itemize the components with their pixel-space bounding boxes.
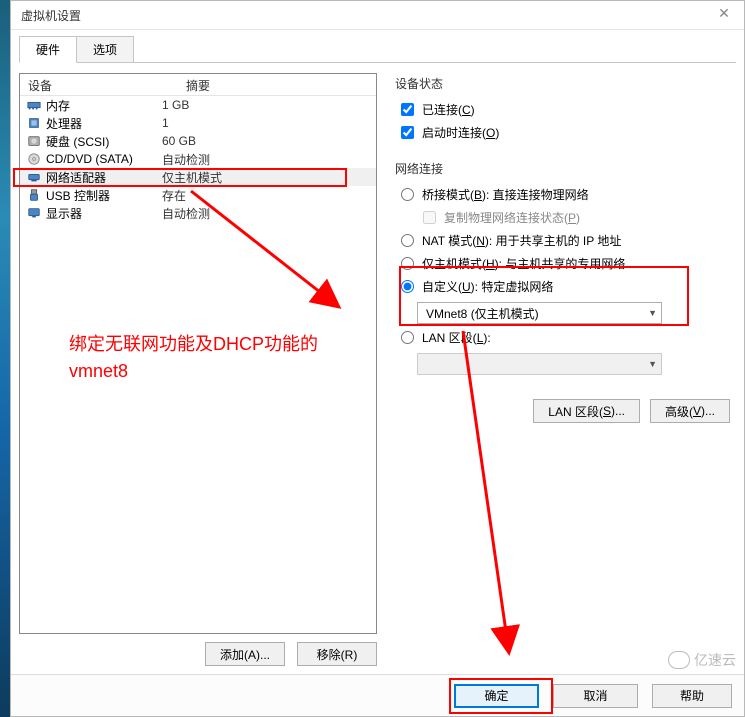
radio-icon[interactable] <box>401 234 414 247</box>
cd-icon <box>26 151 42 167</box>
cloud-icon <box>668 651 690 669</box>
device-name: CD/DVD (SATA) <box>46 152 133 166</box>
remove-button[interactable]: 移除(R) <box>297 642 377 666</box>
disk-icon <box>26 133 42 149</box>
network-icon <box>26 169 42 185</box>
device-summary: 60 GB <box>162 134 370 148</box>
table-row[interactable]: 处理器 1 <box>20 114 376 132</box>
chevron-down-icon: ▼ <box>648 308 657 318</box>
checkbox-icon[interactable] <box>401 103 414 116</box>
annotation-text: 绑定无联网功能及DHCP功能的 vmnet8 <box>69 331 318 385</box>
checkbox-icon <box>423 211 436 224</box>
device-status-group: 设备状态 已连接(C) 启动时连接(O) <box>395 75 730 144</box>
dropdown-value: VMnet8 (仅主机模式) <box>426 305 539 322</box>
help-button[interactable]: 帮助 <box>652 684 732 708</box>
col-summary: 摘要 <box>178 74 376 95</box>
radio-nat[interactable]: NAT 模式(N): 用于共享主机的 IP 地址 <box>395 229 730 252</box>
right-panel: 设备状态 已连接(C) 启动时连接(O) 网络连接 桥接模式(B): 直接连接物… <box>389 73 736 666</box>
tab-hardware[interactable]: 硬件 <box>19 36 77 63</box>
table-row[interactable]: 显示器 自动检测 <box>20 204 376 222</box>
settings-window: 虚拟机设置 ✕ 硬件 选项 设备 摘要 内存 1 GB 处理器 1 硬盘 (SCSI) 6… <box>10 0 745 717</box>
add-button[interactable]: 添加(A)... <box>205 642 285 666</box>
table-row[interactable]: 内存 1 GB <box>20 96 376 114</box>
cancel-button[interactable]: 取消 <box>553 684 638 708</box>
device-name: 显示器 <box>46 205 82 222</box>
advanced-button[interactable]: 高级(V)... <box>650 399 730 423</box>
radio-bridged[interactable]: 桥接模式(B): 直接连接物理网络 <box>395 183 730 206</box>
left-buttons: 添加(A)... 移除(R) <box>19 642 377 666</box>
chk-connected[interactable]: 已连接(C) <box>395 98 730 121</box>
device-summary: 1 <box>162 116 370 130</box>
device-name: USB 控制器 <box>46 187 110 204</box>
device-summary: 存在 <box>162 187 370 204</box>
device-summary: 自动检测 <box>162 151 370 168</box>
radio-icon[interactable] <box>401 280 414 293</box>
dropdown-custom-vnet[interactable]: VMnet8 (仅主机模式) ▼ <box>417 302 662 324</box>
device-name: 网络适配器 <box>46 169 106 186</box>
list-header: 设备 摘要 <box>20 74 376 96</box>
ok-button[interactable]: 确定 <box>454 684 539 708</box>
table-row[interactable]: USB 控制器 存在 <box>20 186 376 204</box>
table-row[interactable]: CD/DVD (SATA) 自动检测 <box>20 150 376 168</box>
watermark: 亿速云 <box>668 650 736 670</box>
network-group: 网络连接 桥接模式(B): 直接连接物理网络 复制物理网络连接状态(P) NAT… <box>395 160 730 375</box>
radio-hostonly[interactable]: 仅主机模式(H): 与主机共享的专用网络 <box>395 252 730 275</box>
radio-icon[interactable] <box>401 188 414 201</box>
device-name: 处理器 <box>46 115 82 132</box>
device-summary: 自动检测 <box>162 205 370 222</box>
tab-options[interactable]: 选项 <box>76 36 134 63</box>
tabs: 硬件 选项 <box>11 30 744 63</box>
device-summary: 仅主机模式 <box>162 169 370 186</box>
radio-lanseg[interactable]: LAN 区段(L): <box>395 326 730 349</box>
device-name: 硬盘 (SCSI) <box>46 133 109 150</box>
close-icon[interactable]: ✕ <box>714 5 734 25</box>
radio-icon[interactable] <box>401 331 414 344</box>
usb-icon <box>26 187 42 203</box>
chk-replicate: 复制物理网络连接状态(P) <box>395 206 730 229</box>
dropdown-lansegment: ▼ <box>417 353 662 375</box>
radio-custom[interactable]: 自定义(U): 特定虚拟网络 <box>395 275 730 298</box>
network-group-label: 网络连接 <box>395 160 730 177</box>
display-icon <box>26 205 42 221</box>
device-status-label: 设备状态 <box>395 75 730 92</box>
dialog-body: 设备 摘要 内存 1 GB 处理器 1 硬盘 (SCSI) 60 GB CD/DVD (SA… <box>11 63 744 674</box>
chevron-down-icon: ▼ <box>648 359 657 369</box>
col-device: 设备 <box>20 74 178 95</box>
device-name: 内存 <box>46 97 70 114</box>
window-title: 虚拟机设置 <box>21 7 81 24</box>
cpu-icon <box>26 115 42 131</box>
right-buttons: LAN 区段(S)... 高级(V)... <box>395 399 730 423</box>
device-summary: 1 GB <box>162 98 370 112</box>
chk-connect-poweron[interactable]: 启动时连接(O) <box>395 121 730 144</box>
table-row[interactable]: 硬盘 (SCSI) 60 GB <box>20 132 376 150</box>
dialog-footer: 确定 取消 帮助 <box>11 674 744 716</box>
lan-segments-button[interactable]: LAN 区段(S)... <box>533 399 640 423</box>
radio-icon[interactable] <box>401 257 414 270</box>
memory-icon <box>26 97 42 113</box>
table-row[interactable]: 网络适配器 仅主机模式 <box>20 168 376 186</box>
titlebar: 虚拟机设置 ✕ <box>11 1 744 30</box>
checkbox-icon[interactable] <box>401 126 414 139</box>
